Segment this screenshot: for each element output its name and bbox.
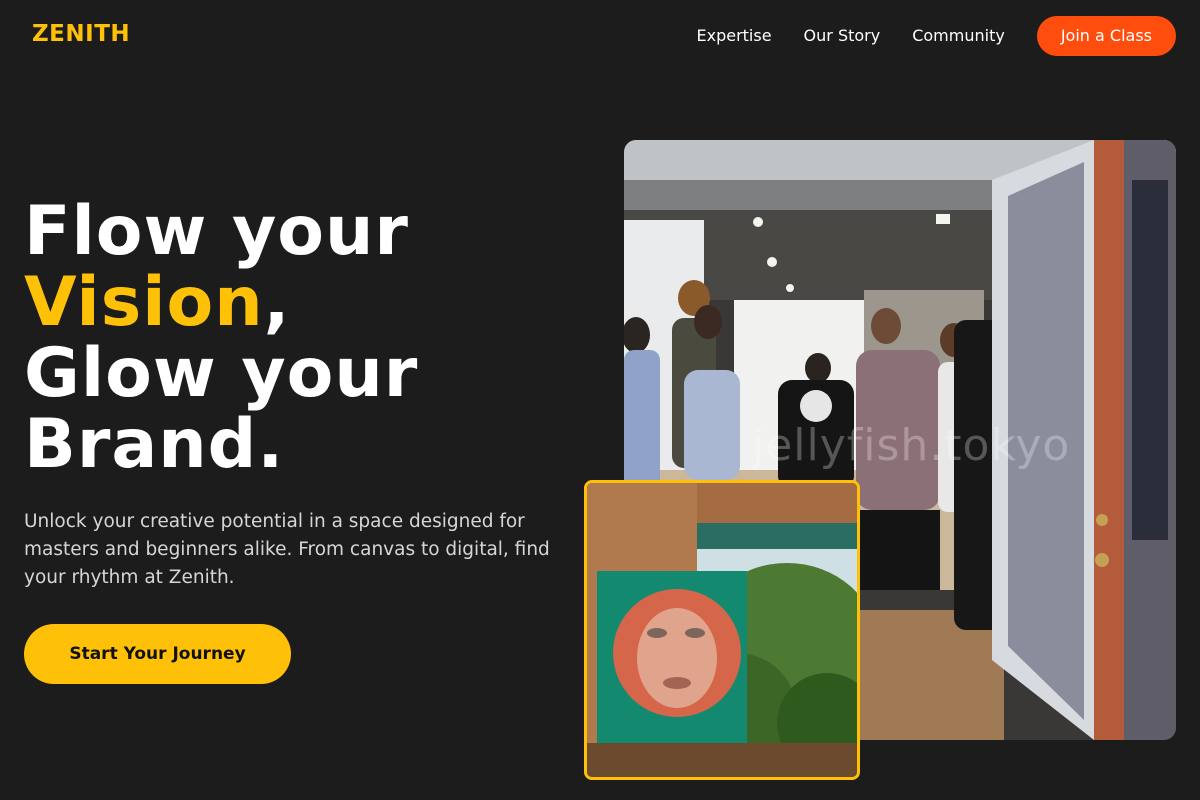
headline-line-1: Flow your [24,192,409,271]
artwork-photo [584,480,860,780]
site-header: ZENITH Expertise Our Story Community Joi… [0,0,1200,72]
headline-accent-word: Vision [24,263,264,342]
headline-line-4: Brand. [24,405,285,484]
headline-comma: , [263,263,291,342]
nav-link-expertise[interactable]: Expertise [696,16,771,56]
nav-link-our-story[interactable]: Our Story [804,16,881,56]
headline-line-3: Glow your [24,334,419,413]
hero-description: Unlock your creative potential in a spac… [24,511,550,588]
nav-link-community[interactable]: Community [912,16,1005,56]
join-class-button[interactable]: Join a Class [1036,16,1176,56]
hero-headline: Flow your Vision, Glow your Brand. [24,196,418,480]
main-nav: Expertise Our Story Community Join a Cla… [696,16,1176,56]
headline-line-2: Vision, [24,267,418,338]
start-journey-button[interactable]: Start Your Journey [24,624,291,684]
artwork-scene [587,483,857,777]
landing-page: ZENITH Expertise Our Story Community Joi… [0,0,1200,800]
brand-logo[interactable]: ZENITH [32,21,130,47]
image-watermark: jellyfish.tokyo [752,420,1071,471]
